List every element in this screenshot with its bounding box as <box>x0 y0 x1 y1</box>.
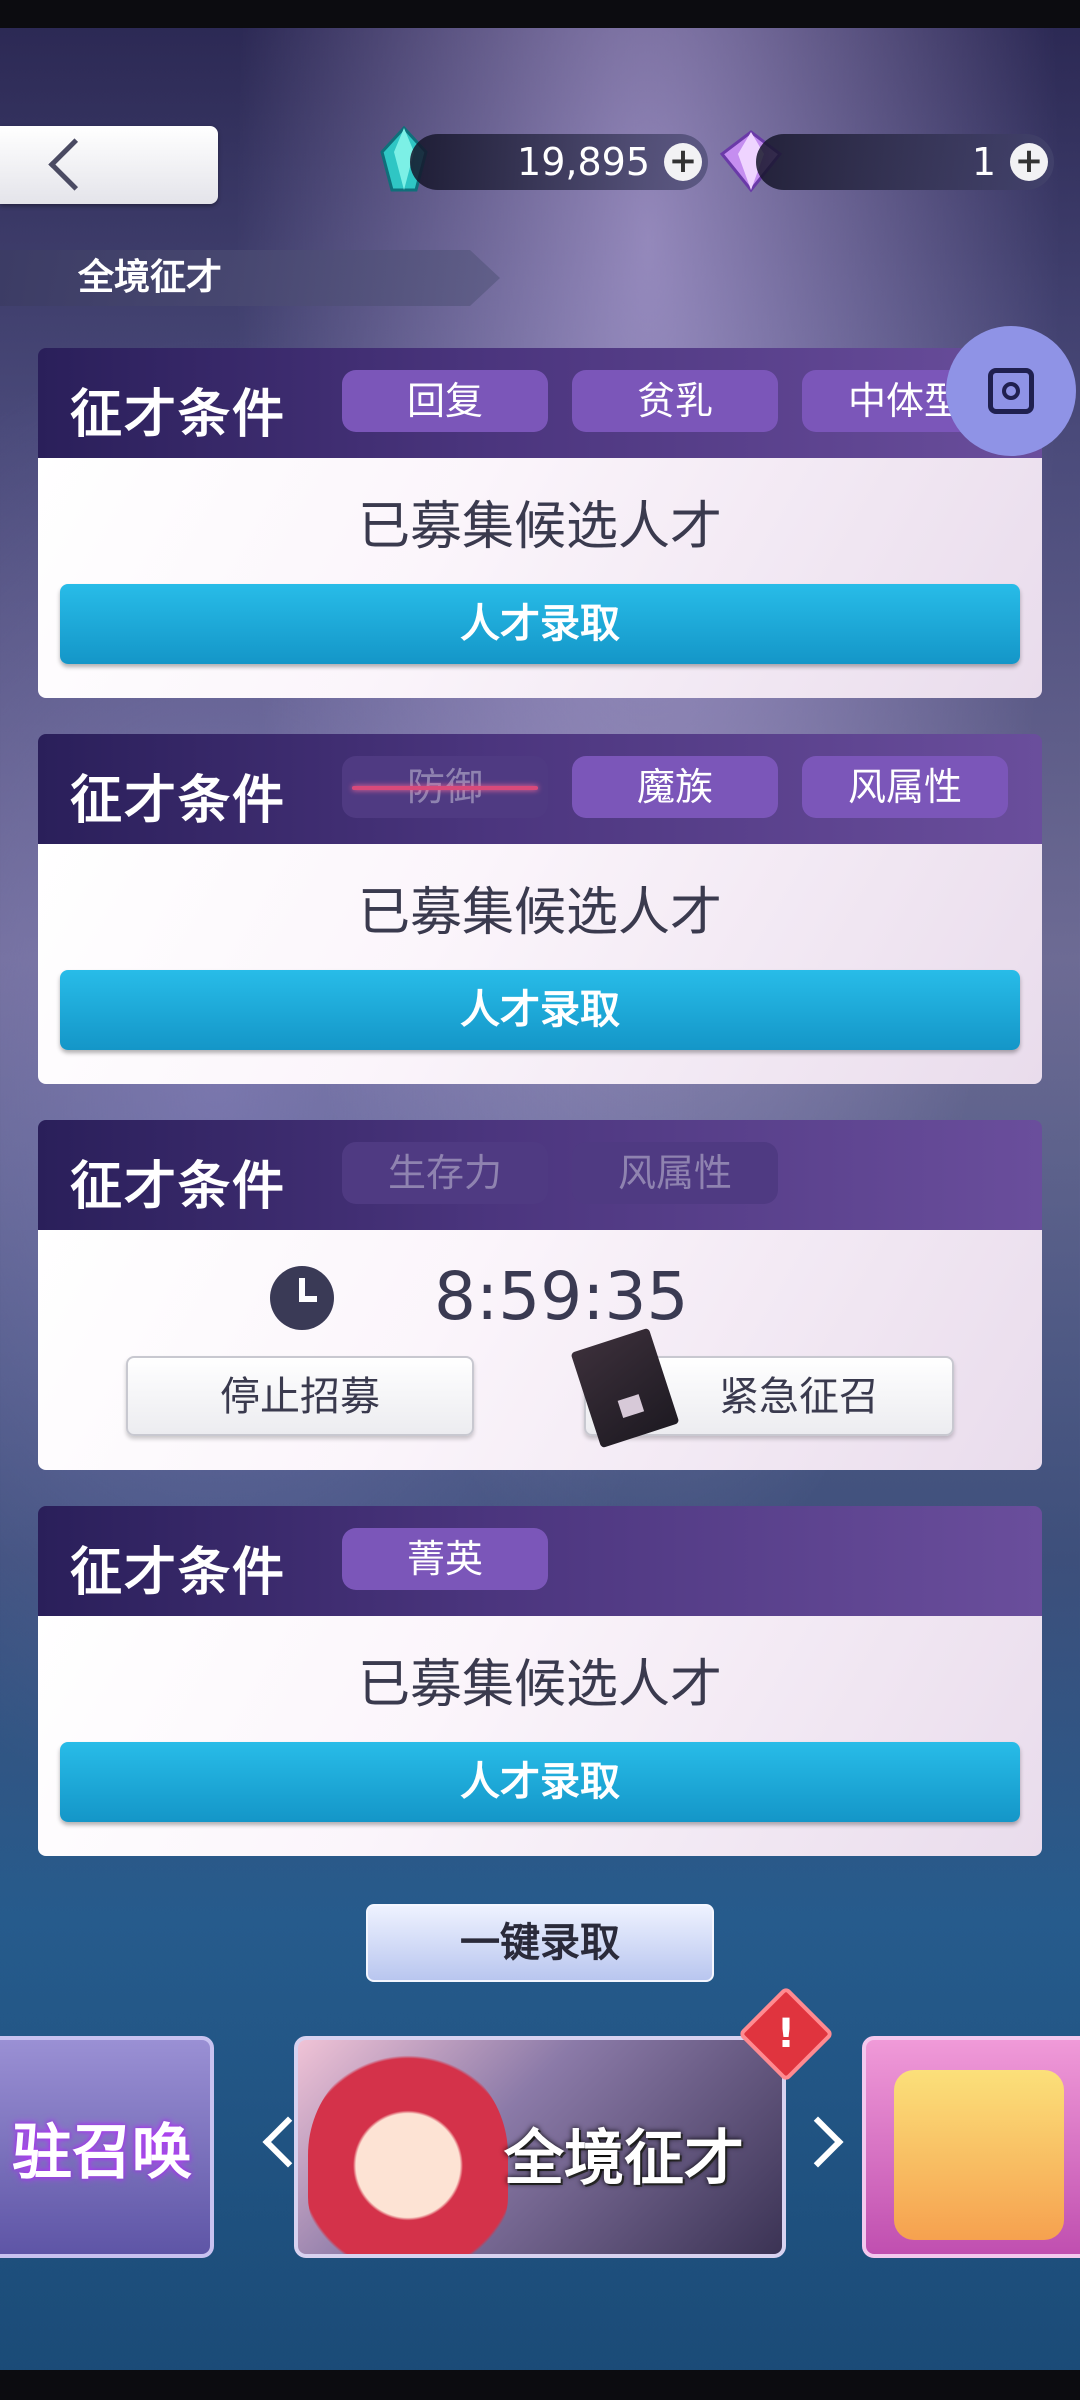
condition-tag: 魔族 <box>572 756 778 818</box>
card-header: 征才条件 菁英 <box>38 1506 1042 1616</box>
navigation-bar <box>0 2370 1080 2400</box>
urgent-summon-label: 紧急征召 <box>719 1374 879 1420</box>
character-portrait <box>308 2050 508 2254</box>
card-title: 征才条件 <box>70 1156 287 1217</box>
screenshot-button[interactable] <box>946 326 1076 456</box>
status-bar <box>0 0 1080 28</box>
stop-recruiting-button[interactable]: 停止招募 <box>126 1356 474 1436</box>
condition-tag-inactive: 生存力 <box>342 1142 548 1204</box>
card-body: 已募集候选人才 人才录取 <box>38 844 1042 1084</box>
card-body: 已募集候选人才 人才录取 <box>38 458 1042 698</box>
banner-resident-summon[interactable]: 驻召唤 <box>0 2036 214 2258</box>
currency-display-diamond: 1 + <box>756 134 1054 190</box>
recruit-card-1: 征才条件 回复 贫乳 中体型 已募集候选人才 人才录取 <box>38 348 1042 698</box>
card-header: 征才条件 回复 贫乳 中体型 <box>38 348 1042 458</box>
chevron-right-icon[interactable] <box>792 2116 844 2168</box>
countdown-timer: 8:59:35 <box>434 1258 689 1335</box>
card-header: 征才条件 生存力 风属性 <box>38 1120 1042 1230</box>
diamond-amount: 1 <box>971 140 996 184</box>
section-title: 全境征才 <box>0 250 500 306</box>
hire-button[interactable]: 人才录取 <box>60 584 1020 664</box>
clock-icon <box>270 1266 334 1330</box>
one-click-hire-button[interactable]: 一键录取 <box>366 1904 714 1982</box>
status-text: 已募集候选人才 <box>357 883 722 943</box>
hire-button[interactable]: 人才录取 <box>60 970 1020 1050</box>
card-body: 8:59:35 停止招募 紧急征召 <box>38 1230 1042 1470</box>
add-crystal-button[interactable]: + <box>664 143 702 181</box>
alert-icon: ! <box>776 2011 796 2057</box>
condition-tag: 回复 <box>342 370 548 432</box>
banner-recruit[interactable]: 全境征才 <box>294 2036 786 2258</box>
banner-label: 全境征才 <box>504 2124 744 2194</box>
recruit-card-4: 征才条件 菁英 已募集候选人才 人才录取 <box>38 1506 1042 1856</box>
card-body: 已募集候选人才 人才录取 <box>38 1616 1042 1856</box>
crystal-amount: 19,895 <box>517 140 650 184</box>
condition-tag: 菁英 <box>342 1528 548 1590</box>
card-title: 征才条件 <box>70 1542 287 1603</box>
back-button[interactable] <box>0 126 218 204</box>
card-header: 征才条件 防御 魔族 风属性 <box>38 734 1042 844</box>
banner-label: 驻召唤 <box>12 2118 192 2188</box>
banner-event[interactable] <box>862 2036 1080 2258</box>
add-diamond-button[interactable]: + <box>1010 143 1048 181</box>
condition-tag-struck: 防御 <box>342 756 548 818</box>
condition-tag: 贫乳 <box>572 370 778 432</box>
status-text: 已募集候选人才 <box>357 497 722 557</box>
status-text: 已募集候选人才 <box>357 1655 722 1715</box>
hire-button[interactable]: 人才录取 <box>60 1742 1020 1822</box>
event-artwork <box>894 2070 1064 2240</box>
condition-tag: 风属性 <box>802 756 1008 818</box>
currency-display-crystal: 19,895 + <box>410 134 708 190</box>
card-title: 征才条件 <box>70 384 287 445</box>
condition-tag-inactive: 风属性 <box>572 1142 778 1204</box>
screenshot-icon-lens <box>1002 382 1020 400</box>
chevron-left-icon <box>48 138 101 191</box>
card-title: 征才条件 <box>70 770 287 831</box>
recruit-card-3: 征才条件 生存力 风属性 8:59:35 停止招募 紧急征召 <box>38 1120 1042 1470</box>
recruit-card-2: 征才条件 防御 魔族 风属性 已募集候选人才 人才录取 <box>38 734 1042 1084</box>
